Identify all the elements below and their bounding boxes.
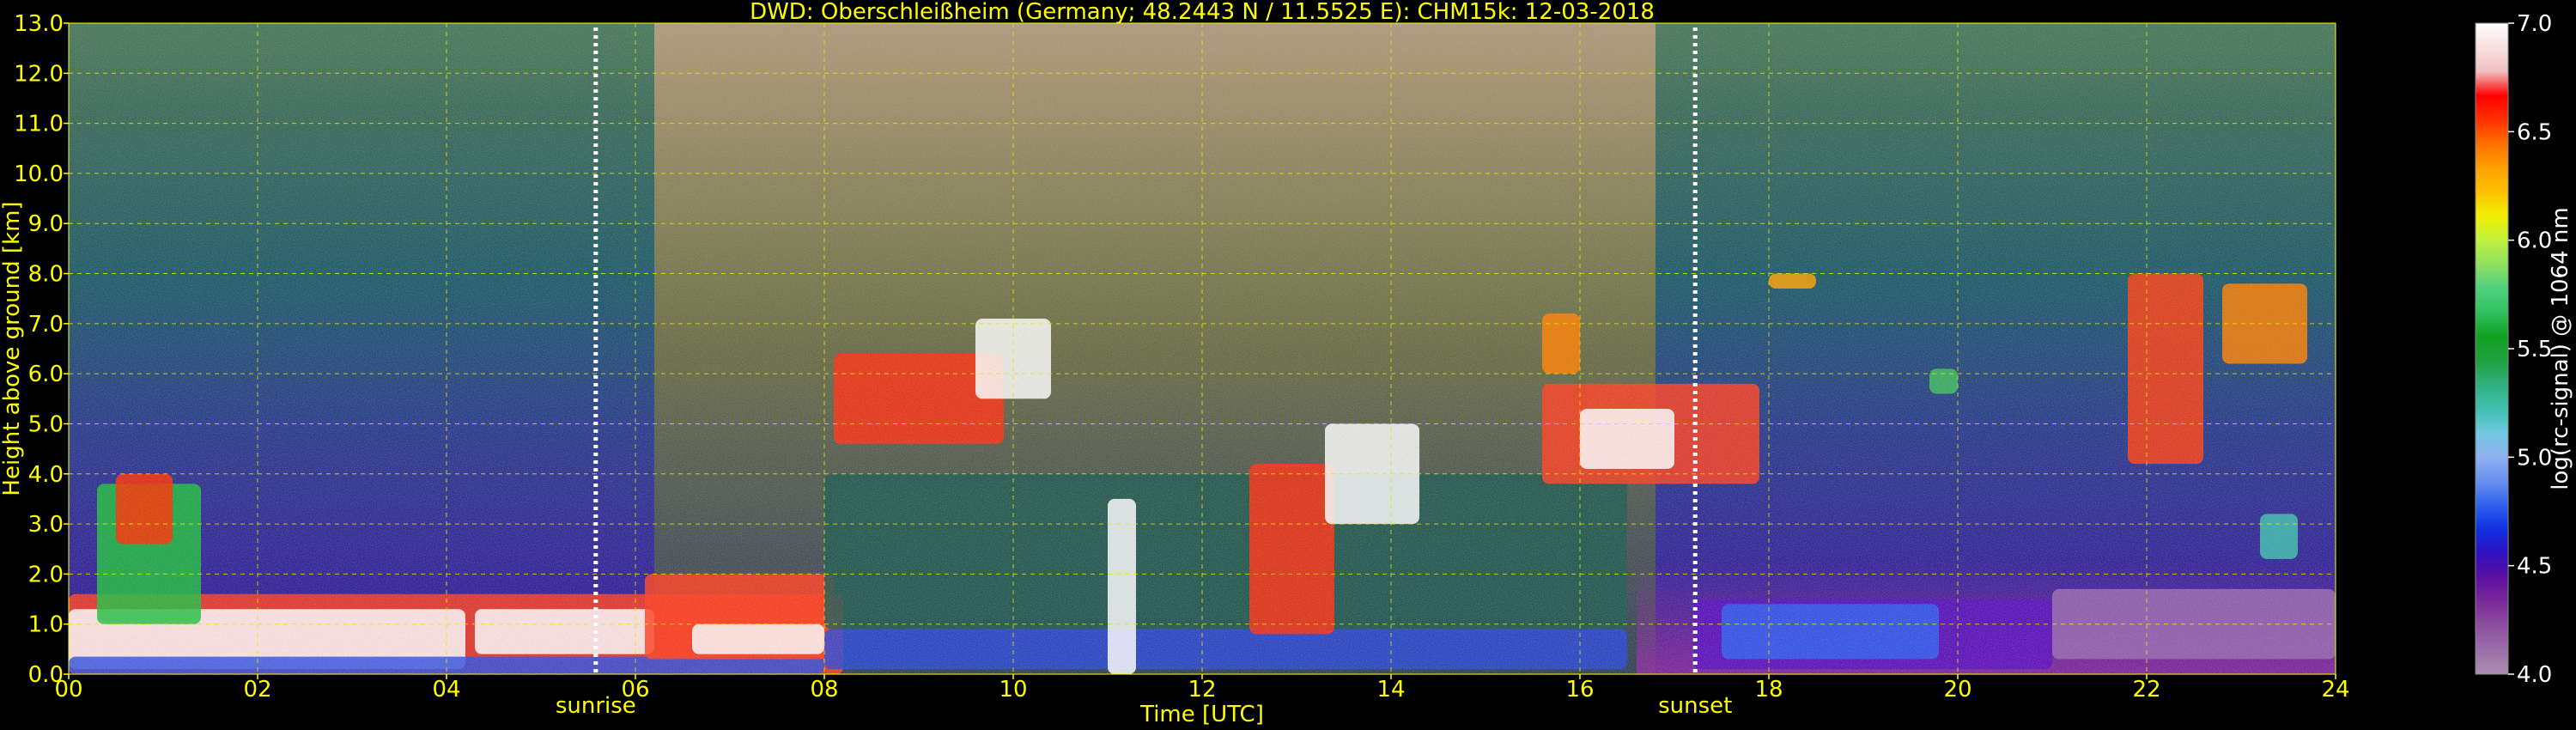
- x-tick-label: 22: [2132, 677, 2160, 703]
- x-axis-label: Time [UTC]: [1139, 702, 1264, 727]
- y-tick-label: 3.0: [28, 512, 64, 538]
- y-tick-label: 11.0: [14, 112, 64, 137]
- x-tick-label: 08: [810, 677, 838, 703]
- ceilometer-chart: 00 02 04 06 08 10 12 14 16 18 20 22 24 0.01.02.03.04…: [0, 0, 2573, 727]
- y-tick-label: 4.0: [28, 462, 64, 488]
- y-tick-label: 2.0: [28, 562, 64, 587]
- y-tick-label: 5.0: [28, 411, 64, 437]
- y-tick-label: 10.0: [14, 161, 64, 187]
- y-tick-label: 12.0: [14, 61, 64, 87]
- colorbar-tick-label: 7.0: [2517, 11, 2552, 37]
- y-tick-label: 7.0: [28, 312, 64, 338]
- sunset-label: sunset: [1658, 693, 1732, 719]
- x-ticks: 00 02 04 06 08 10 12 14 16 18 20 22 24: [54, 674, 2350, 703]
- y-tick-label: 0.0: [28, 662, 64, 688]
- sunrise-label: sunrise: [556, 693, 636, 719]
- colorbar-tick-label: 6.5: [2517, 119, 2552, 145]
- colorbar-label: log(rc-signal) @ 1064 nm: [2548, 207, 2573, 490]
- y-tick-label: 13.0: [14, 11, 64, 37]
- colorbar-tick-label: 4.5: [2517, 554, 2552, 580]
- x-tick-label: 04: [432, 677, 460, 703]
- colorbar-ticks: 4.04.55.05.56.06.57.0: [2508, 11, 2552, 688]
- chart-title: DWD: Oberschleißheim (Germany; 48.2443 N…: [750, 0, 1655, 25]
- x-tick-label: 20: [1943, 677, 1971, 703]
- x-tick-label: 18: [1754, 677, 1783, 703]
- colorbar: 4.04.55.05.56.06.57.0 log(rc-signal) @ 1…: [2475, 11, 2573, 688]
- x-tick-label: 24: [2321, 677, 2349, 703]
- x-tick-label: 10: [999, 677, 1027, 703]
- y-tick-label: 9.0: [28, 211, 64, 237]
- y-tick-label: 8.0: [28, 262, 64, 288]
- x-tick-label: 02: [243, 677, 271, 703]
- colorbar-gradient: [2475, 22, 2509, 675]
- y-tick-label: 6.0: [28, 362, 64, 387]
- y-axis-label: Height above ground [km]: [0, 201, 25, 496]
- colorbar-tick-label: 4.0: [2517, 662, 2552, 688]
- x-tick-label: 16: [1565, 677, 1594, 703]
- x-tick-label: 12: [1188, 677, 1216, 703]
- y-tick-label: 1.0: [28, 612, 64, 638]
- x-tick-label: 14: [1376, 677, 1405, 703]
